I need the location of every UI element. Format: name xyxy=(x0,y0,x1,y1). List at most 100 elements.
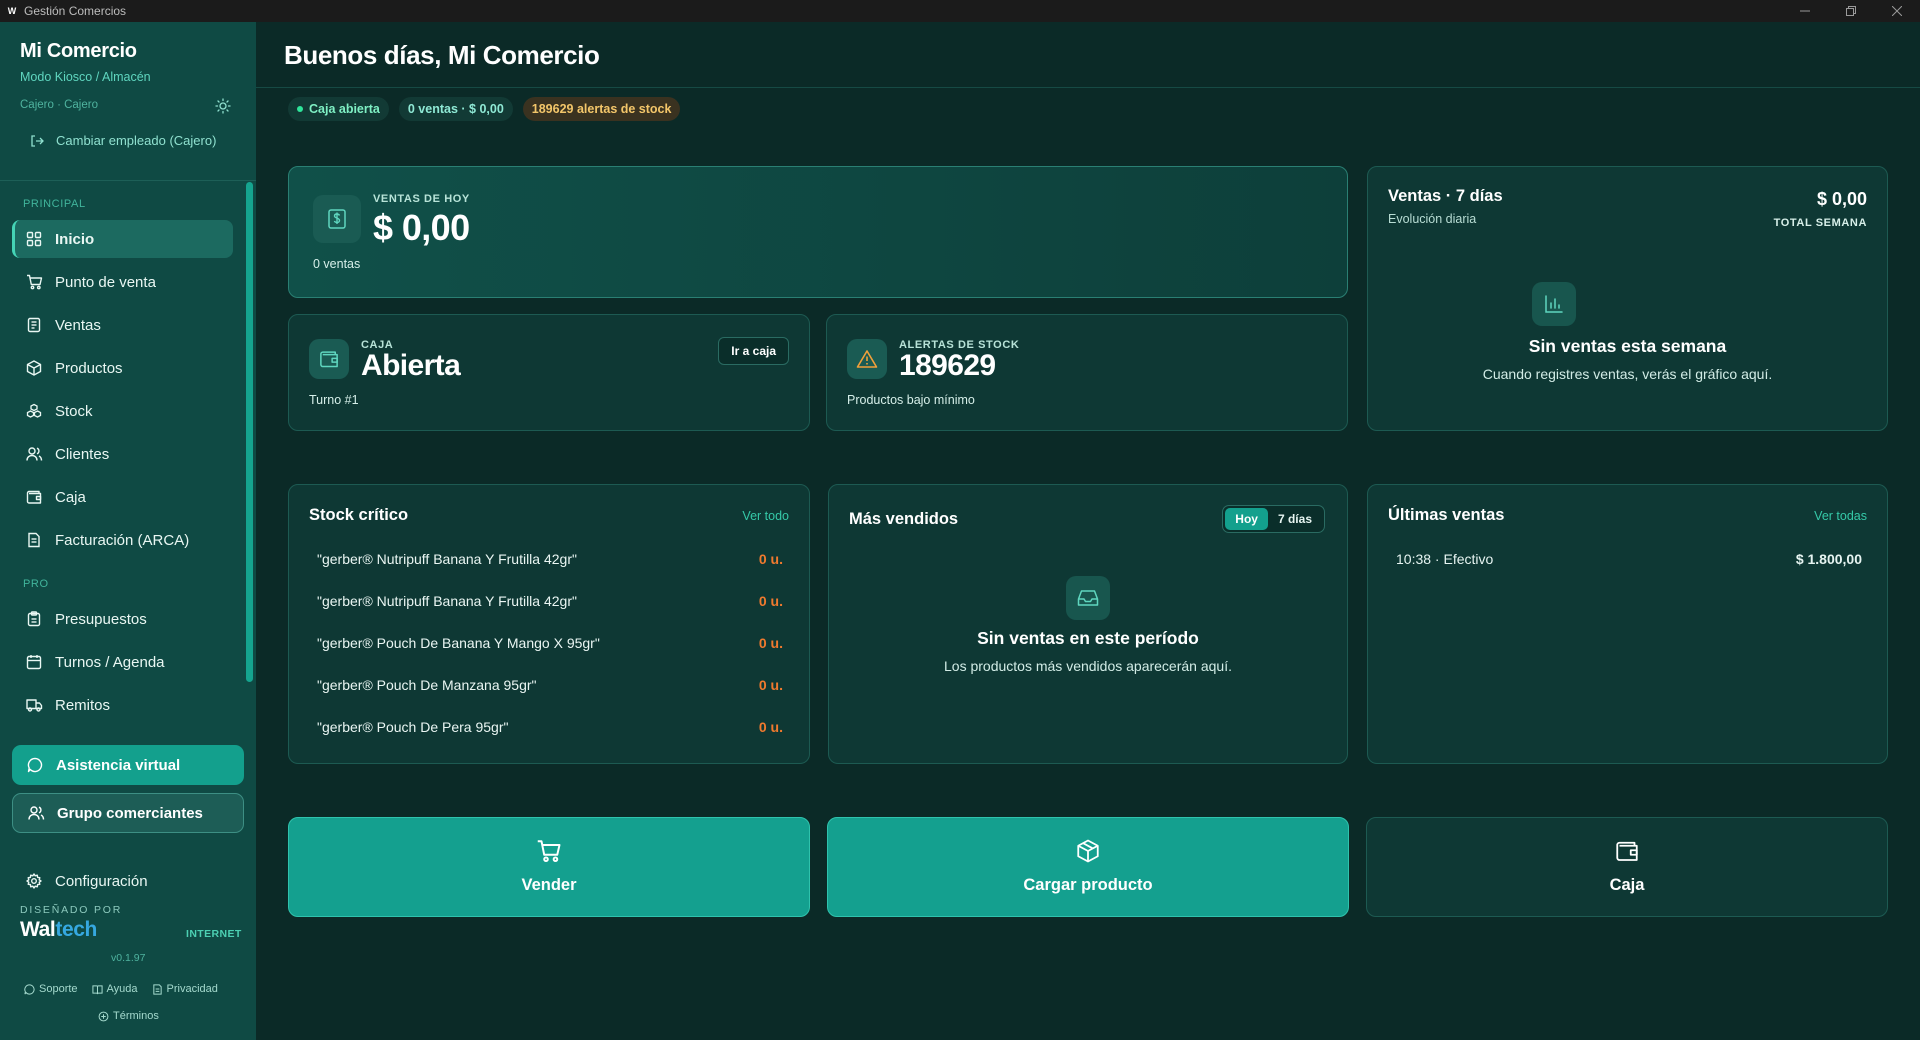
sidebar-item-remitos[interactable]: Remitos xyxy=(12,686,233,724)
sidebar-item-ventas[interactable]: Ventas xyxy=(12,306,233,344)
sidebar-item-label: Productos xyxy=(55,359,123,377)
sidebar-item-configuracion[interactable]: Configuración xyxy=(12,862,233,900)
switch-employee-label: Cambiar empleado (Cajero) xyxy=(56,133,217,148)
terms-link[interactable]: Términos xyxy=(98,1010,159,1022)
sales-summary-badge: 0 ventas · $ 0,00 xyxy=(398,97,513,121)
recent-sales-title: Últimas ventas xyxy=(1388,506,1505,524)
window-controls xyxy=(1782,0,1920,22)
theme-toggle-button[interactable] xyxy=(215,98,231,114)
minimize-icon xyxy=(1800,10,1810,12)
close-icon xyxy=(1892,6,1902,16)
merchants-group-button[interactable]: Grupo comerciantes xyxy=(12,793,244,833)
weekly-total-label: TOTAL SEMANA xyxy=(1773,217,1867,229)
wallet-icon xyxy=(1616,841,1638,861)
list-item[interactable]: 10:38 · Efectivo $ 1.800,00 xyxy=(1396,551,1862,567)
support-link[interactable]: Soporte xyxy=(24,983,78,995)
sidebar-item-label: Clientes xyxy=(55,445,110,463)
sidebar-item-presupuestos[interactable]: Presupuestos xyxy=(12,600,233,638)
chat-icon xyxy=(24,983,35,995)
app-logo-icon: W xyxy=(7,6,17,16)
book-icon xyxy=(91,984,103,994)
load-product-button[interactable]: Cargar producto xyxy=(827,817,1349,917)
box-icon xyxy=(1077,839,1099,863)
sidebar-item-clientes[interactable]: Clientes xyxy=(12,435,233,473)
sidebar-item-turnos[interactable]: Turnos / Agenda xyxy=(12,643,233,681)
inbox-icon xyxy=(1066,576,1110,620)
business-mode: Modo Kiosco / Almacén xyxy=(20,70,151,84)
sidebar-item-label: Inicio xyxy=(55,230,95,248)
weekly-sales-title: Ventas · 7 días xyxy=(1388,187,1503,205)
window-titlebar: W Gestión Comercios xyxy=(0,0,1920,22)
cart-icon xyxy=(26,274,42,290)
sell-button[interactable]: Vender xyxy=(288,817,810,917)
period-7-days-button[interactable]: 7 días xyxy=(1268,508,1322,530)
privacy-link[interactable]: Privacidad xyxy=(152,983,218,995)
view-all-stock-link[interactable]: Ver todo xyxy=(742,509,789,523)
sidebar-item-inicio[interactable]: Inicio xyxy=(12,220,233,258)
table-row[interactable]: "gerber® Pouch De Banana Y Mango X 95gr"… xyxy=(317,635,783,651)
period-today-button[interactable]: Hoy xyxy=(1225,508,1268,530)
section-pro: PRO xyxy=(23,578,49,590)
switch-employee-button[interactable]: Cambiar empleado (Cajero) xyxy=(30,133,216,148)
brand: Mi Comercio Modo Kiosco / Almacén xyxy=(20,40,151,84)
merchants-group-label: Grupo comerciantes xyxy=(57,804,203,822)
app-version: v0.1.97 xyxy=(111,952,146,964)
table-row[interactable]: "gerber® Pouch De Manzana 95gr" 0 u. xyxy=(317,677,783,693)
view-all-sales-link[interactable]: Ver todas xyxy=(1814,509,1867,523)
truck-icon xyxy=(25,699,42,712)
brand-name: Mi Comercio xyxy=(20,40,137,62)
sidebar-item-facturacion[interactable]: Facturación (ARCA) xyxy=(12,521,233,559)
table-row[interactable]: "gerber® Pouch De Pera 95gr" 0 u. xyxy=(317,719,783,735)
stock-alerts-desc: Productos bajo mínimo xyxy=(847,393,975,407)
kpi-label: VENTAS DE HOY xyxy=(373,193,470,205)
table-row[interactable]: "gerber® Nutripuff Banana Y Frutilla 42g… xyxy=(317,593,783,609)
scale-icon xyxy=(98,1011,109,1021)
sidebar-item-label: Presupuestos xyxy=(55,610,147,628)
page-title: Buenos días, Mi Comercio xyxy=(284,40,600,70)
designed-by-label: DISEÑADO POR xyxy=(20,904,123,916)
sidebar-item-stock[interactable]: Stock xyxy=(12,392,233,430)
chat-icon xyxy=(27,757,43,773)
wallet-icon xyxy=(26,490,42,504)
critical-stock-title: Stock crítico xyxy=(309,506,409,524)
virtual-assistant-label: Asistencia virtual xyxy=(56,756,181,774)
sidebar-item-label: Facturación (ARCA) xyxy=(55,531,190,549)
close-button[interactable] xyxy=(1874,0,1920,22)
connection-status: INTERNET xyxy=(186,928,242,940)
restore-button[interactable] xyxy=(1828,0,1874,22)
boxes-icon xyxy=(26,403,42,418)
sidebar-item-label: Punto de venta xyxy=(55,273,156,291)
cash-button[interactable]: Caja xyxy=(1366,817,1888,917)
users-icon xyxy=(25,447,42,461)
sidebar-item-productos[interactable]: Productos xyxy=(12,349,233,387)
table-row[interactable]: "gerber® Nutripuff Banana Y Frutilla 42g… xyxy=(317,551,783,567)
minimize-button[interactable] xyxy=(1782,0,1828,22)
user-role: Cajero · Cajero xyxy=(20,99,98,111)
go-to-cash-button[interactable]: Ir a caja xyxy=(718,337,789,365)
calendar-icon xyxy=(26,655,42,670)
today-sales-value: $ 0,00 xyxy=(373,207,470,248)
best-sellers-empty-title: Sin ventas en este período xyxy=(977,628,1199,648)
sell-label: Vender xyxy=(521,876,577,894)
clipboard-icon xyxy=(27,611,41,627)
weekly-total-value: $ 0,00 xyxy=(1816,189,1867,209)
virtual-assistant-button[interactable]: Asistencia virtual xyxy=(12,745,244,785)
sidebar: Mi Comercio Modo Kiosco / Almacén Cajero… xyxy=(0,22,256,1040)
box-icon xyxy=(26,360,42,376)
stock-alerts-badge: 189629 alertas de stock xyxy=(522,97,681,121)
today-sales-card: VENTAS DE HOY $ 0,00 0 ventas xyxy=(288,166,1348,298)
sidebar-scrollbar[interactable] xyxy=(246,182,253,682)
cash-label: Caja xyxy=(1609,876,1645,894)
critical-stock-card: Stock crítico Ver todo "gerber® Nutripuf… xyxy=(288,484,810,764)
sidebar-item-label: Remitos xyxy=(55,696,111,714)
status-dot-icon xyxy=(297,106,303,112)
users-icon xyxy=(27,806,44,820)
help-link[interactable]: Ayuda xyxy=(91,983,138,995)
cash-status-card: CAJA Abierta Turno #1 Ir a caja xyxy=(288,314,810,431)
cash-status-value: Abierta xyxy=(361,349,461,382)
best-sellers-title: Más vendidos xyxy=(849,510,959,528)
sidebar-item-punto-de-venta[interactable]: Punto de venta xyxy=(12,263,233,301)
window-title: Gestión Comercios xyxy=(24,4,127,18)
sidebar-item-caja[interactable]: Caja xyxy=(12,478,233,516)
cash-shift: Turno #1 xyxy=(309,393,359,407)
